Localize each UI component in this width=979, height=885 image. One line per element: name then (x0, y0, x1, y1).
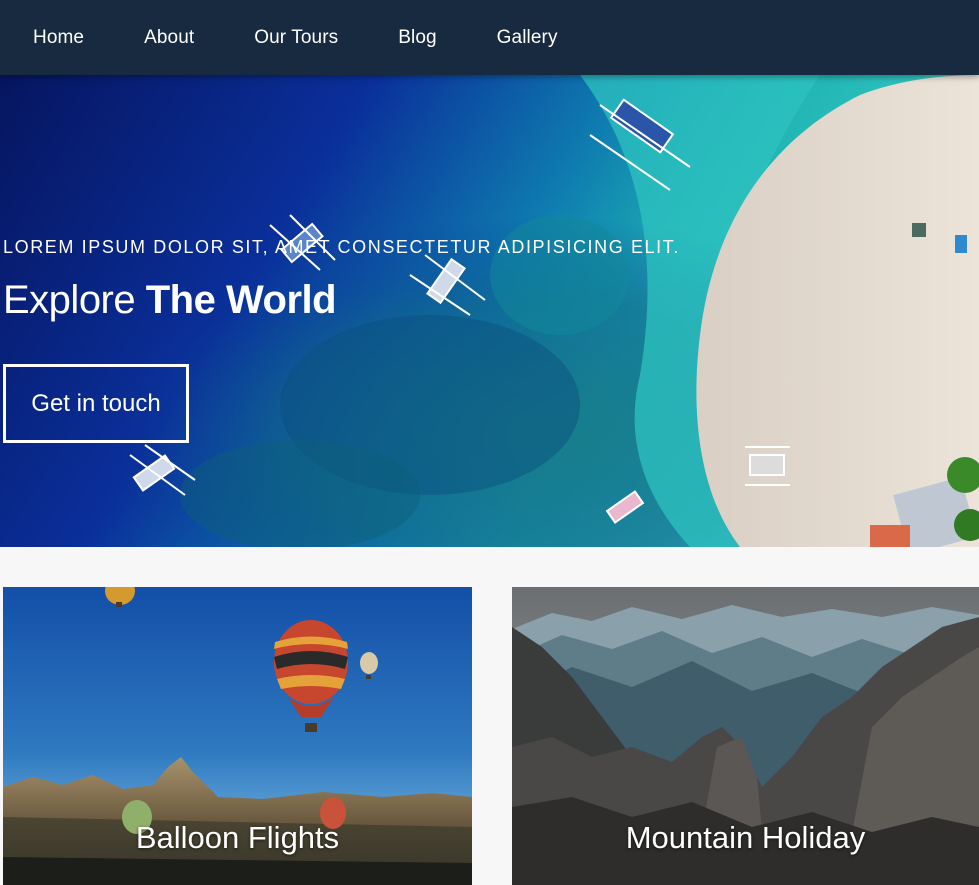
card-title-mountain-holiday: Mountain Holiday (625, 820, 866, 855)
tour-card-mountain-holiday[interactable]: Mountain Holiday (512, 587, 979, 885)
nav-item-blog: Blog (398, 27, 496, 49)
nav-link-about[interactable]: About (144, 27, 194, 49)
nav-link-home[interactable]: Home (33, 27, 84, 49)
main-navbar: Home About Our Tours Blog Gallery (0, 0, 979, 75)
hero-title-regular: Explore (3, 278, 136, 322)
hero-title-bold: The World (145, 278, 337, 322)
nav-item-about: About (144, 27, 254, 49)
get-in-touch-button[interactable]: Get in touch (3, 364, 189, 443)
nav-link-blog[interactable]: Blog (398, 27, 436, 49)
tour-card-balloon-flights[interactable]: Balloon Flights (3, 587, 472, 885)
hero-section: LOREM IPSUM DOLOR SIT, AMET CONSECTETUR … (0, 75, 979, 547)
card-title-balloon-flights: Balloon Flights (135, 820, 340, 855)
hero-title: Explore The World (3, 278, 337, 323)
nav-item-our-tours: Our Tours (254, 27, 398, 49)
nav-item-home: Home (33, 27, 144, 49)
nav-list: Home About Our Tours Blog Gallery (0, 0, 979, 75)
nav-item-gallery: Gallery (497, 27, 618, 49)
nav-link-gallery[interactable]: Gallery (497, 27, 558, 49)
nav-link-our-tours[interactable]: Our Tours (254, 27, 338, 49)
hero-tagline: LOREM IPSUM DOLOR SIT, AMET CONSECTETUR … (3, 237, 680, 257)
